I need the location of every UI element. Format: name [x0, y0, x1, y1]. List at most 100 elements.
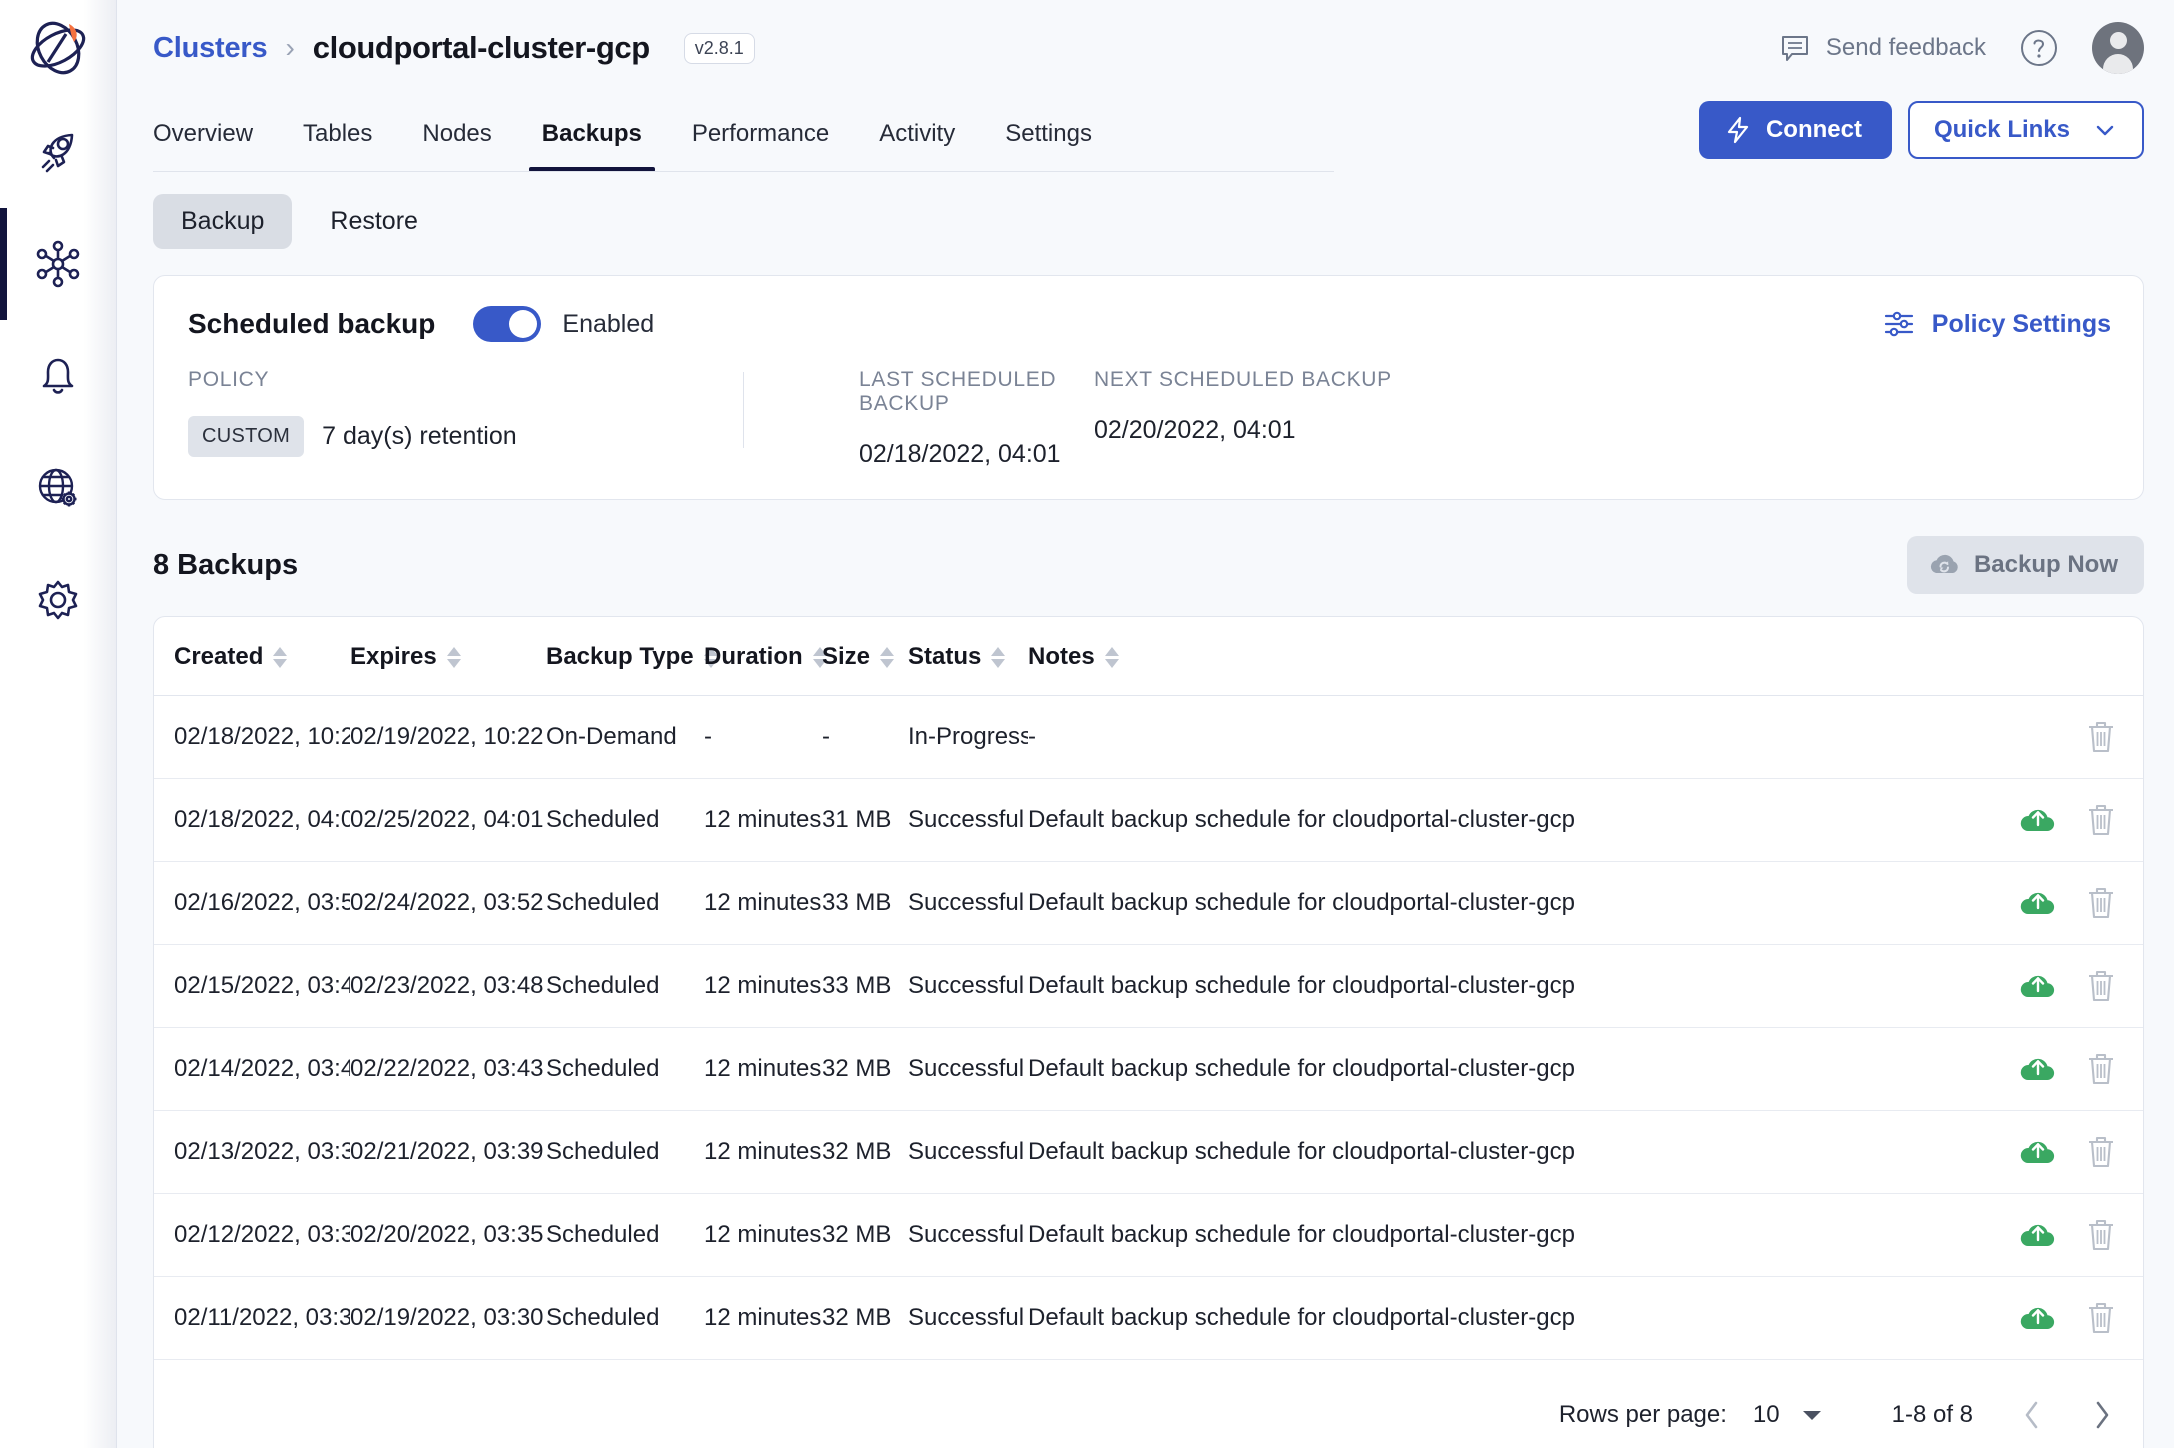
delete-backup-button[interactable] [2083, 1050, 2119, 1088]
column-header-expires[interactable]: Expires [350, 617, 546, 696]
table-row[interactable]: 02/11/2022, 03:30 02/19/2022, 03:30 Schedu… [154, 1276, 2143, 1360]
column-header-backup-type-label: Backup Type [546, 643, 694, 670]
restore-backup-button[interactable] [2017, 1301, 2061, 1335]
sort-icon [1104, 646, 1120, 668]
tab-activity[interactable]: Activity [854, 96, 980, 172]
delete-icon [2089, 721, 2113, 753]
column-header-duration[interactable]: Duration [704, 617, 827, 696]
row-actions [1993, 967, 2143, 1005]
tab-tables-label: Tables [303, 120, 373, 147]
rows-per-page-select[interactable]: 10 [1753, 1401, 1824, 1429]
cell-duration: 12 minutes [704, 1027, 822, 1111]
table-row[interactable]: 02/12/2022, 03:35 02/20/2022, 03:35 Schedu… [154, 1193, 2143, 1277]
delete-backup-button[interactable] [2083, 884, 2119, 922]
tab-tables[interactable]: Tables [278, 96, 397, 172]
delete-backup-button[interactable] [2083, 718, 2119, 756]
cell-backup-type: Scheduled [546, 1193, 704, 1277]
next-backup-value: 02/20/2022, 04:01 [1094, 416, 1296, 444]
send-feedback-button[interactable]: Send feedback [1778, 31, 1986, 65]
pagination-next-button[interactable] [2089, 1398, 2115, 1432]
tab-nodes[interactable]: Nodes [397, 96, 516, 172]
restore-backup-button[interactable] [2017, 886, 2061, 920]
delete-backup-button[interactable] [2083, 967, 2119, 1005]
question-circle-icon [2021, 30, 2057, 66]
quick-links-button[interactable]: Quick Links [1907, 101, 2144, 159]
sidebar-item-admin-settings[interactable] [0, 544, 117, 656]
sidebar-item-getting-started[interactable] [0, 96, 117, 208]
pagination-prev-button[interactable] [2019, 1398, 2045, 1432]
table-row[interactable]: 02/13/2022, 03:39 02/21/2022, 03:39 Schedu… [154, 1110, 2143, 1194]
version-badge: v2.8.1 [683, 32, 755, 64]
row-actions [1993, 718, 2143, 756]
policy-type-chip: CUSTOM [188, 416, 305, 457]
tab-bar: Overview Tables Nodes Backups Performanc… [117, 96, 2174, 172]
tab-overview[interactable]: Overview [153, 96, 278, 172]
delete-backup-button[interactable] [2083, 1133, 2119, 1171]
sidebar-item-alerts[interactable] [0, 320, 117, 432]
restore-backup-button[interactable] [2017, 803, 2061, 837]
column-header-size[interactable]: Size [822, 617, 908, 696]
cell-size: 32 MB [822, 1193, 908, 1277]
sort-desc-icon [273, 658, 288, 668]
cell-backup-type: On-Demand [546, 695, 704, 779]
sort-asc-icon [991, 646, 1006, 656]
cell-created: 02/16/2022, 03:52 [154, 861, 350, 945]
cell-notes: Default backup schedule for cloudportal-… [1028, 1027, 1993, 1111]
table-row[interactable]: 02/18/2022, 10:22 02/19/2022, 10:22 On-Dem… [154, 695, 2143, 779]
cell-actions [1993, 778, 2143, 862]
column-header-created[interactable]: Created [154, 617, 350, 696]
table-row[interactable]: 02/18/2022, 04:01 02/25/2022, 04:01 Schedu… [154, 778, 2143, 862]
sort-asc-icon [880, 646, 895, 656]
sidebar-item-clusters[interactable] [0, 208, 117, 320]
restore-placeholder [2017, 720, 2061, 754]
cell-created: 02/13/2022, 03:39 [154, 1110, 350, 1194]
restore-cloud-icon [2020, 1224, 2055, 1247]
restore-backup-button[interactable] [2017, 1052, 2061, 1086]
column-header-notes[interactable]: Notes [1028, 617, 1993, 696]
chevron-down-icon [1802, 1411, 1821, 1420]
cell-size: 32 MB [822, 1110, 908, 1194]
restore-backup-button[interactable] [2017, 969, 2061, 1003]
app-logo[interactable] [0, 0, 116, 96]
breadcrumb: Clusters › cloudportal-cluster-gcp v2.8.… [153, 30, 755, 66]
sort-asc-icon [1104, 646, 1119, 656]
policy-settings-link[interactable]: Policy Settings [1882, 307, 2111, 341]
delete-backup-button[interactable] [2083, 1216, 2119, 1254]
scheduled-backup-toggle[interactable] [473, 306, 542, 342]
subtab-backup[interactable]: Backup [153, 194, 293, 249]
cell-duration: 12 minutes [704, 1110, 822, 1194]
sidebar-item-network-settings[interactable] [0, 432, 117, 544]
subtab-restore[interactable]: Restore [302, 194, 446, 249]
breadcrumb-clusters-link[interactable]: Clusters [153, 32, 268, 65]
tab-backups[interactable]: Backups [517, 96, 667, 172]
scheduled-backup-toggle-label: Enabled [562, 309, 655, 338]
row-actions [1993, 1216, 2143, 1254]
table-row[interactable]: 02/16/2022, 03:52 02/24/2022, 03:52 Schedu… [154, 861, 2143, 945]
cell-backup-type: Scheduled [546, 1110, 704, 1194]
cell-duration: 12 minutes [704, 1276, 822, 1360]
delete-backup-button[interactable] [2083, 801, 2119, 839]
table-row[interactable]: 02/15/2022, 03:48 02/23/2022, 03:48 Schedu… [154, 944, 2143, 1028]
table-row[interactable]: 02/14/2022, 03:43 02/22/2022, 03:43 Schedu… [154, 1027, 2143, 1111]
column-header-status[interactable]: Status [908, 617, 1028, 696]
gear-icon [38, 580, 78, 620]
cell-expires: 02/19/2022, 03:30 [350, 1276, 546, 1360]
sort-asc-icon [273, 646, 288, 656]
tab-performance[interactable]: Performance [667, 96, 854, 172]
backup-now-button[interactable]: Backup Now [1906, 536, 2144, 594]
help-button[interactable] [2016, 25, 2062, 71]
policy-retention-value: 7 day(s) retention [322, 422, 517, 450]
tab-settings[interactable]: Settings [980, 96, 1117, 172]
delete-backup-button[interactable] [2083, 1299, 2119, 1337]
avatar[interactable] [2092, 22, 2144, 74]
column-header-notes-label: Notes [1028, 643, 1095, 670]
cell-status: Successful [908, 778, 1028, 862]
restore-backup-button[interactable] [2017, 1135, 2061, 1169]
backups-table-card: Created Expires Backup Type Duration Siz… [153, 616, 2144, 1448]
column-header-backup-type[interactable]: Backup Type [546, 617, 718, 696]
restore-backup-button[interactable] [2017, 1218, 2061, 1252]
row-actions [1993, 801, 2143, 839]
row-actions [1993, 1133, 2143, 1171]
backup-now-label: Backup Now [1973, 551, 2118, 578]
connect-button[interactable]: Connect [1698, 101, 1892, 159]
